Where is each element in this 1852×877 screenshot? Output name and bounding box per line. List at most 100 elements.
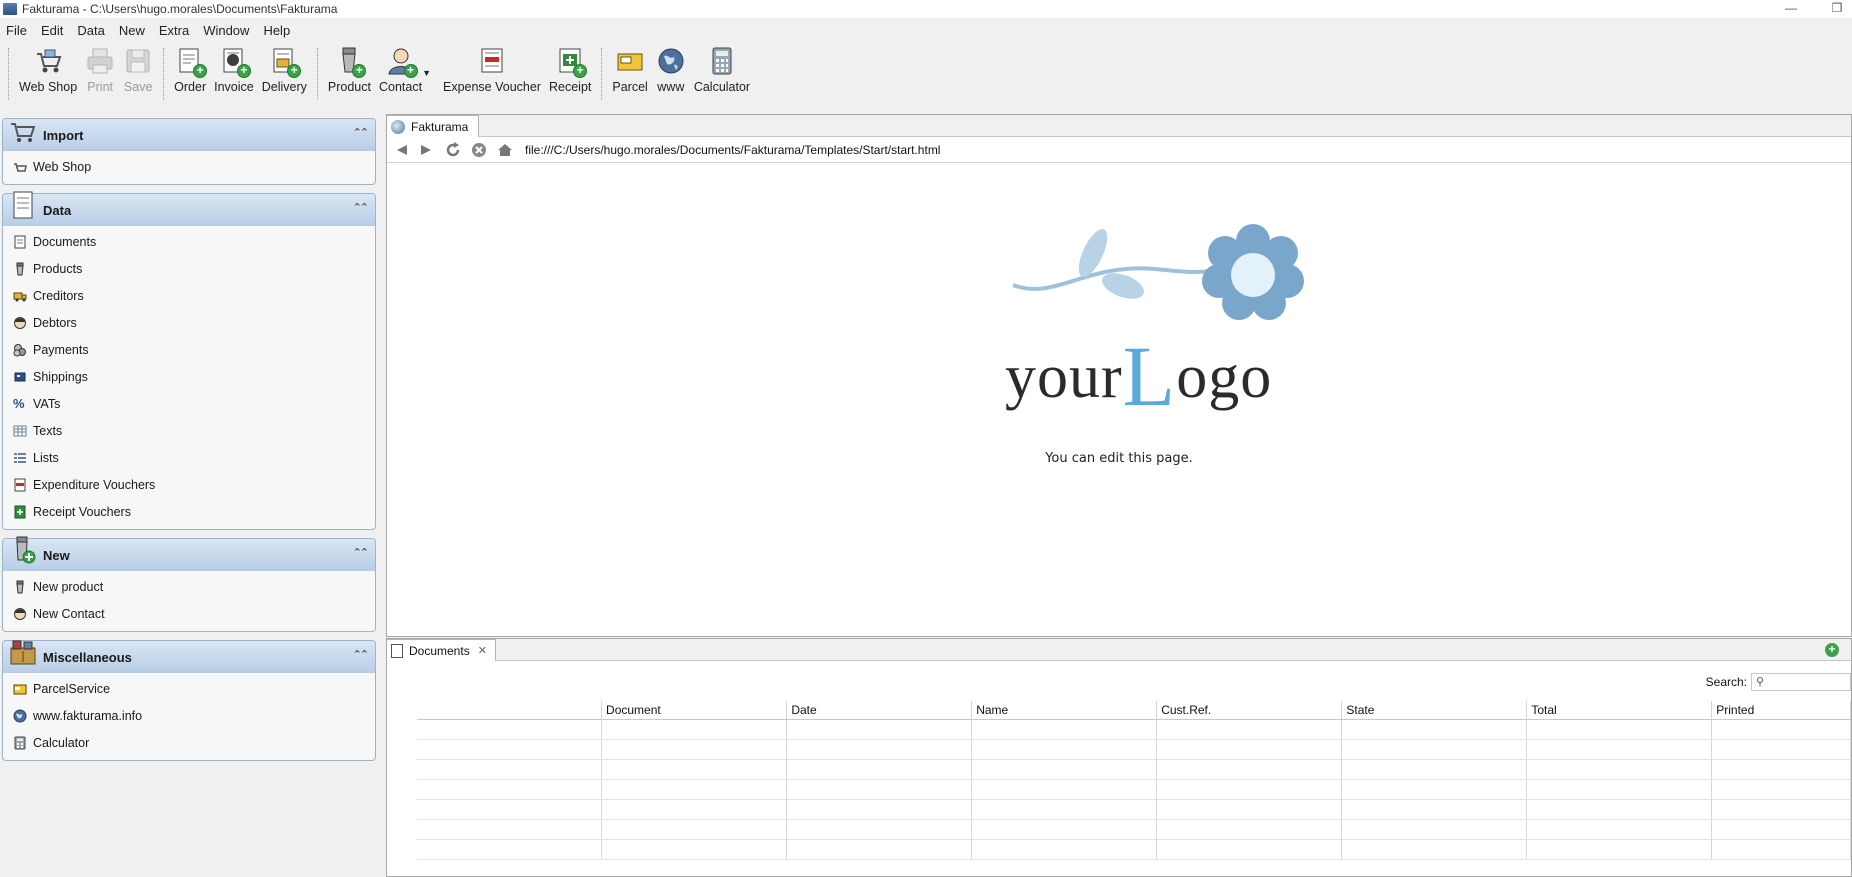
group-import-header[interactable]: Import ⌃⌃ [3, 119, 375, 151]
column-header-date[interactable]: Date [786, 701, 973, 720]
table-row[interactable] [417, 819, 1851, 840]
menu-window[interactable]: Window [203, 23, 249, 38]
tab-documents[interactable]: Documents ✕ [387, 639, 496, 661]
sidebar-item-fakturama-website[interactable]: www.fakturama.info [3, 702, 375, 729]
sidebar-item-documents[interactable]: Documents [3, 228, 375, 255]
tab-fakturama[interactable]: Fakturama [387, 115, 480, 137]
sidebar-item-new-contact[interactable]: New Contact [3, 600, 375, 627]
receipt-button[interactable]: + Receipt [545, 46, 595, 94]
floppy-disk-icon [123, 46, 153, 76]
sidebar-item-label: Texts [33, 423, 63, 438]
sidebar-item-expenditure-vouchers[interactable]: Expenditure Vouchers [3, 471, 375, 498]
close-icon[interactable]: ✕ [478, 644, 487, 657]
home-icon[interactable] [495, 140, 515, 160]
product-button[interactable]: + Product [324, 46, 375, 94]
menu-edit[interactable]: Edit [41, 23, 63, 38]
contact-dropdown-icon[interactable]: ▼ [422, 68, 431, 78]
collapse-icon[interactable]: ⌃⌃ [353, 546, 370, 559]
start-page-editor: Fakturama file:///C:/Users/hugo.morales/… [386, 114, 1852, 637]
sidebar-item-shippings[interactable]: Shippings [3, 363, 375, 390]
print-button[interactable]: Print [81, 46, 119, 94]
sidebar-item-texts[interactable]: Texts [3, 417, 375, 444]
expense-voucher-button[interactable]: Expense Voucher [439, 46, 545, 94]
tab-documents-label: Documents [409, 643, 470, 658]
column-header-total[interactable]: Total [1526, 701, 1713, 720]
menu-help[interactable]: Help [263, 23, 290, 38]
toolbar-separator [8, 48, 9, 100]
www-button[interactable]: www [652, 46, 690, 94]
sidebar-item-parcel-service[interactable]: ParcelService [3, 675, 375, 702]
sidebar-item-new-product[interactable]: New product [3, 573, 375, 600]
sidebar-item-label: Lists [33, 450, 59, 465]
product-label: Product [327, 80, 371, 94]
table-row[interactable] [417, 839, 1851, 860]
table-row[interactable] [417, 779, 1851, 800]
editor-tabstrip: Fakturama [387, 115, 1851, 137]
group-data-title: Data [43, 202, 72, 218]
refresh-icon[interactable] [443, 140, 463, 160]
contact-button[interactable]: + Contact [375, 46, 426, 94]
table-row[interactable] [417, 739, 1851, 760]
forward-icon[interactable] [417, 140, 437, 160]
delivery-button[interactable]: + Delivery [258, 46, 311, 94]
menu-data[interactable]: Data [77, 23, 104, 38]
sidebar-item-calculator[interactable]: Calculator [3, 729, 375, 756]
menu-extra[interactable]: Extra [159, 23, 189, 38]
documents-table: Document Date Name Cust.Ref. State Total… [417, 701, 1851, 860]
table-header-row: Document Date Name Cust.Ref. State Total… [417, 701, 1851, 720]
sidebar-item-creditors[interactable]: Creditors [3, 282, 375, 309]
sidebar-item-label: Debtors [33, 315, 77, 330]
printer-icon [85, 46, 115, 76]
group-data-header[interactable]: Data ⌃⌃ [3, 191, 375, 226]
sidebar-item-receipt-vouchers[interactable]: Receipt Vouchers [3, 498, 375, 525]
search-row: Search: ⚲ [1706, 673, 1851, 691]
order-button[interactable]: + Order [170, 46, 210, 94]
table-row[interactable] [417, 719, 1851, 740]
sidebar-item-vats[interactable]: % VATs [3, 390, 375, 417]
shipping-icon [13, 370, 27, 384]
documents-view: Documents ✕ + Search: ⚲ Document Date Na… [386, 638, 1852, 877]
calculator-icon [13, 736, 27, 750]
stop-icon[interactable] [469, 140, 489, 160]
truck-icon [13, 289, 27, 303]
calculator-button[interactable]: Calculator [690, 46, 754, 94]
document-icon [9, 191, 37, 219]
navigation-panel: Import ⌃⌃ Web Shop Data ⌃⌃ Documents Pro… [2, 118, 376, 769]
globe-icon [656, 46, 686, 76]
collapse-icon[interactable]: ⌃⌃ [353, 648, 370, 661]
column-header-state[interactable]: State [1341, 701, 1528, 720]
column-header-blank[interactable] [417, 701, 603, 720]
sidebar-item-lists[interactable]: Lists [3, 444, 375, 471]
search-input[interactable]: ⚲ [1751, 673, 1851, 691]
menu-file[interactable]: File [6, 23, 27, 38]
menu-new[interactable]: New [119, 23, 145, 38]
group-new: New ⌃⌃ New product New Contact [2, 536, 376, 632]
new-product-icon [9, 536, 37, 564]
column-header-document[interactable]: Document [601, 701, 788, 720]
sidebar-item-products[interactable]: Products [3, 255, 375, 282]
restore-icon[interactable]: ❐ [1822, 0, 1852, 18]
webshop-button[interactable]: Web Shop [15, 46, 81, 94]
sidebar-item-payments[interactable]: Payments [3, 336, 375, 363]
collapse-icon[interactable]: ⌃⌃ [353, 201, 370, 214]
group-miscellaneous-header[interactable]: Miscellaneous ⌃⌃ [3, 640, 375, 673]
minimize-icon[interactable]: — [1776, 0, 1806, 18]
invoice-button[interactable]: + Invoice [210, 46, 258, 94]
collapse-icon[interactable]: ⌃⌃ [353, 126, 370, 139]
sidebar-item-debtors[interactable]: Debtors [3, 309, 375, 336]
add-document-icon[interactable]: + [1825, 643, 1839, 657]
table-row[interactable] [417, 759, 1851, 780]
back-icon[interactable] [391, 140, 411, 160]
shopping-cart-icon [9, 116, 37, 144]
table-row[interactable] [417, 799, 1851, 820]
order-label: Order [174, 80, 207, 94]
save-button[interactable]: Save [119, 46, 157, 94]
column-header-printed[interactable]: Printed [1711, 701, 1851, 720]
column-header-name[interactable]: Name [971, 701, 1158, 720]
url-field[interactable]: file:///C:/Users/hugo.morales/Documents/… [525, 143, 940, 157]
group-new-header[interactable]: New ⌃⌃ [3, 536, 375, 571]
column-header-cust-ref[interactable]: Cust.Ref. [1156, 701, 1343, 720]
contact-label: Contact [378, 80, 423, 94]
sidebar-item-web-shop[interactable]: Web Shop [3, 153, 375, 180]
parcel-button[interactable]: Parcel [608, 46, 651, 94]
